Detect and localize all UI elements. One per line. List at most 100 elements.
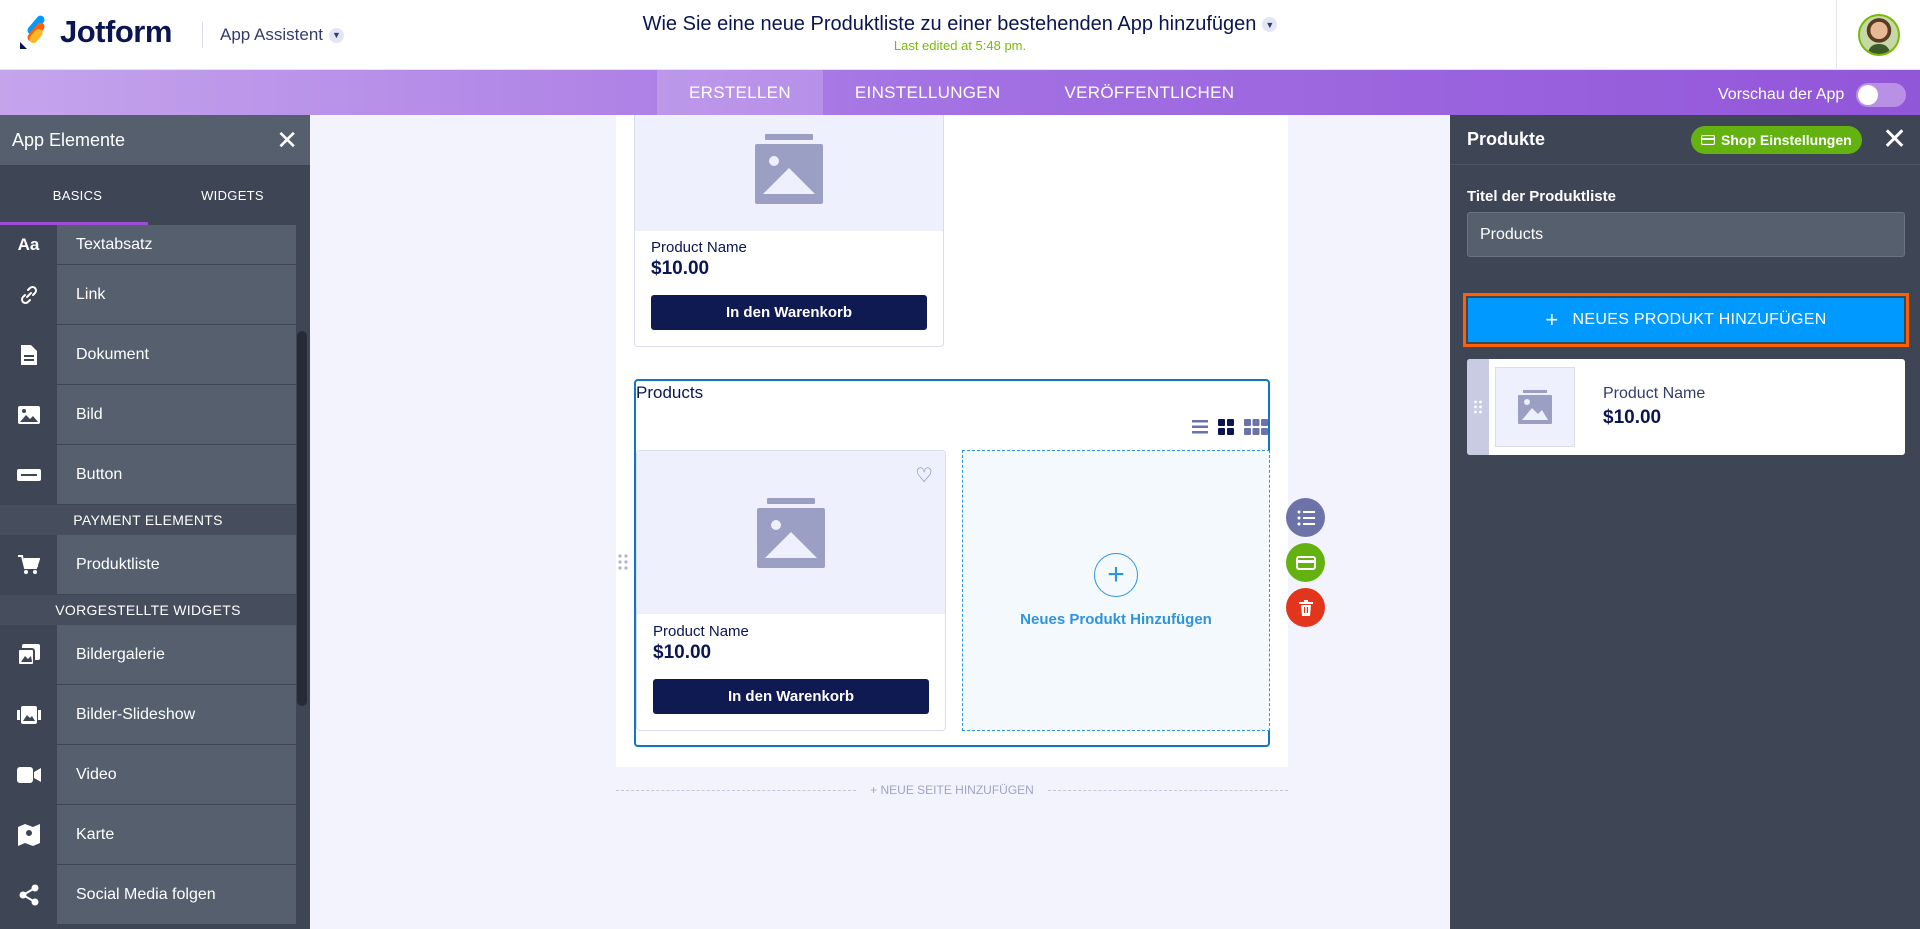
section-featured-widgets: VORGESTELLTE WIDGETS xyxy=(0,595,296,625)
product-properties-panel: Produkte Shop Einstellungen ✕ Titel der … xyxy=(1450,115,1920,929)
avatar[interactable] xyxy=(1857,14,1900,56)
grid-view-icon[interactable] xyxy=(1218,419,1234,435)
element-label: Social Media folgen xyxy=(57,865,296,924)
share-icon xyxy=(0,865,57,924)
product-price: $10.00 xyxy=(653,642,712,663)
preview-toggle[interactable] xyxy=(1856,83,1907,107)
heart-icon[interactable]: ♡ xyxy=(915,463,933,488)
text-paragraph-icon: Aa xyxy=(0,225,57,264)
product-name: Product Name xyxy=(1603,385,1706,402)
layout-switcher xyxy=(1192,419,1268,435)
element-dokument[interactable]: Dokument xyxy=(0,325,296,385)
close-icon[interactable]: ✕ xyxy=(276,127,298,153)
product-card[interactable]: ♡ Product Name $10.00 In den Warenkorb xyxy=(636,450,946,731)
product-image-placeholder xyxy=(635,115,943,231)
plus-circle-icon: + xyxy=(1094,553,1138,597)
tab-basics[interactable]: BASICS xyxy=(0,165,155,225)
shop-settings-label: Shop Einstellungen xyxy=(1721,132,1852,148)
element-button[interactable]: Button xyxy=(0,445,296,505)
element-list: Aa Textabsatz Link Dokument Bild Button … xyxy=(0,225,296,925)
credit-card-icon xyxy=(1295,555,1316,570)
element-produktliste[interactable]: Produktliste xyxy=(0,535,296,595)
add-new-product-card[interactable]: + Neues Produkt Hinzufügen xyxy=(962,450,1270,731)
element-label: Link xyxy=(57,265,296,324)
panel-header: Produkte Shop Einstellungen ✕ xyxy=(1450,115,1920,165)
element-karte[interactable]: Karte xyxy=(0,805,296,865)
slideshow-icon xyxy=(0,685,57,744)
element-label: Bildergalerie xyxy=(57,625,296,684)
product-name: Product Name xyxy=(651,239,747,256)
page-title-text: Wie Sie eine neue Produktliste zu einer … xyxy=(642,13,1257,35)
app-elements-header: App Elemente ✕ xyxy=(0,115,310,165)
trash-icon xyxy=(1298,599,1313,616)
close-icon[interactable]: ✕ xyxy=(1882,125,1907,155)
product-card-top[interactable]: Product Name $10.00 In den Warenkorb xyxy=(634,115,944,347)
add-to-cart-button[interactable]: In den Warenkorb xyxy=(653,679,929,714)
element-properties-button[interactable] xyxy=(1286,498,1325,537)
element-label: Button xyxy=(57,445,296,504)
element-textabsatz[interactable]: Aa Textabsatz xyxy=(0,225,296,265)
add-to-cart-button[interactable]: In den Warenkorb xyxy=(651,295,927,330)
app-elements-panel: App Elemente ✕ BASICS WIDGETS Aa Textabs… xyxy=(0,115,310,929)
link-icon xyxy=(0,265,57,324)
image-placeholder-icon xyxy=(757,497,825,568)
image-icon xyxy=(0,385,57,444)
plus-icon: + xyxy=(1545,307,1559,332)
tab-widgets[interactable]: WIDGETS xyxy=(155,165,310,225)
element-label: Textabsatz xyxy=(57,225,296,264)
element-bild[interactable]: Bild xyxy=(0,385,296,445)
payment-settings-button[interactable] xyxy=(1286,543,1325,582)
user-avatar-area[interactable] xyxy=(1836,0,1920,70)
drag-handle-icon[interactable] xyxy=(1467,359,1489,455)
app-elements-title: App Elemente xyxy=(12,129,126,150)
element-bilder-slideshow[interactable]: Bilder-Slideshow xyxy=(0,685,296,745)
product-price: $10.00 xyxy=(651,258,710,279)
chevron-down-icon: ▼ xyxy=(1262,17,1278,33)
map-icon xyxy=(0,805,57,864)
add-new-product-button[interactable]: + NEUES PRODUKT HINZUFÜGEN xyxy=(1468,298,1904,342)
element-label: Produktliste xyxy=(57,535,296,594)
element-label: Bild xyxy=(57,385,296,444)
list-view-icon[interactable] xyxy=(1192,419,1208,435)
element-video[interactable]: Video xyxy=(0,745,296,805)
tab-einstellungen[interactable]: EINSTELLUNGEN xyxy=(823,70,1033,115)
product-info: Product Name $10.00 xyxy=(1583,359,1705,455)
product-price: $10.00 xyxy=(1603,407,1662,428)
element-bildergalerie[interactable]: Bildergalerie xyxy=(0,625,296,685)
tab-erstellen[interactable]: ERSTELLEN xyxy=(657,70,823,115)
product-image-placeholder: ♡ xyxy=(637,451,945,614)
element-tabs: BASICS WIDGETS xyxy=(0,165,310,225)
product-name: Product Name xyxy=(653,623,749,640)
video-icon xyxy=(0,745,57,804)
element-label: Karte xyxy=(57,805,296,864)
divider-line xyxy=(1047,789,1288,791)
last-edited-status: Last edited at 5:48 pm. xyxy=(893,38,1027,53)
element-label: Bilder-Slideshow xyxy=(57,685,296,744)
list-settings-icon xyxy=(1297,510,1315,525)
document-icon xyxy=(0,325,57,384)
builder-nav: ERSTELLEN EINSTELLUNGEN VERÖFFENTLICHEN … xyxy=(0,70,1920,115)
page-title[interactable]: Wie Sie eine neue Produktliste zu einer … xyxy=(0,13,1920,36)
tab-veroeffentlichen[interactable]: VERÖFFENTLICHEN xyxy=(1033,70,1267,115)
sidebar-scrollbar[interactable] xyxy=(297,331,307,706)
credit-card-icon xyxy=(1701,135,1715,145)
product-list-item[interactable]: Product Name $10.00 xyxy=(1467,359,1905,455)
product-thumbnail xyxy=(1495,367,1575,447)
preview-label: Vorschau der App xyxy=(1718,86,1845,103)
drag-handle-icon[interactable] xyxy=(617,553,629,571)
product-list-title-input[interactable] xyxy=(1467,212,1905,257)
shop-settings-button[interactable]: Shop Einstellungen xyxy=(1691,126,1862,154)
shopping-cart-icon xyxy=(0,535,57,594)
app-preview-toggle-group: Vorschau der App xyxy=(1718,83,1907,107)
top-header: Jotform App Assistent ▼ Wie Sie eine neu… xyxy=(0,0,1920,70)
product-list-title-label: Titel der Produktliste xyxy=(1467,188,1616,205)
panel-title: Produkte xyxy=(1467,129,1546,149)
delete-element-button[interactable] xyxy=(1286,588,1325,627)
element-link[interactable]: Link xyxy=(0,265,296,325)
product-list-block[interactable]: Products ♡ Product Name $10.00 In den Wa… xyxy=(634,379,1270,747)
compact-grid-view-icon[interactable] xyxy=(1244,419,1268,435)
element-social-media-folgen[interactable]: Social Media folgen xyxy=(0,865,296,925)
image-placeholder-icon xyxy=(755,134,823,204)
add-new-page[interactable]: + NEUE SEITE HINZUFÜGEN xyxy=(616,780,1288,800)
element-label: Video xyxy=(57,745,296,804)
